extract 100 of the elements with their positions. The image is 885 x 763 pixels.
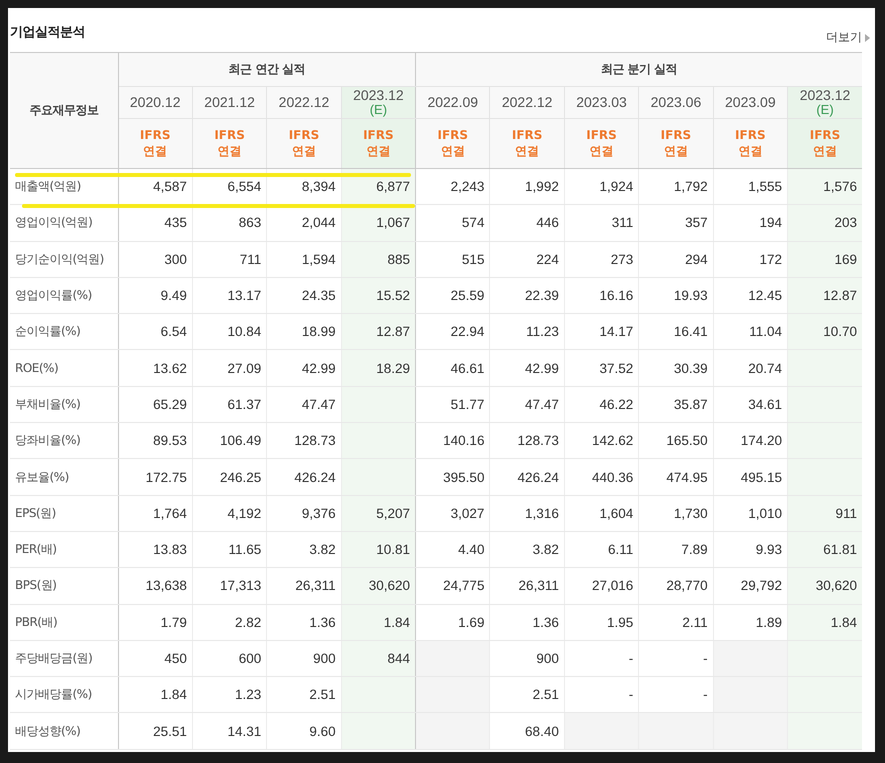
table-cell: 24,775: [416, 568, 490, 604]
table-cell: 6.11: [564, 531, 639, 568]
basis-label: 연결: [440, 144, 466, 160]
standard-label: IFRS: [734, 128, 767, 144]
table-cell: 1,604: [564, 495, 639, 532]
table-cell: 1.95: [564, 604, 639, 640]
table-cell: 172.75: [118, 458, 192, 496]
period-label: 2022.12: [278, 95, 330, 110]
table-cell: 1,992: [490, 168, 564, 205]
row-label: 순이익률(%): [10, 314, 118, 350]
more-link[interactable]: 더보기: [826, 29, 870, 46]
table-cell: 19.93: [638, 277, 714, 314]
table-cell: 22.39: [490, 277, 564, 314]
table-cell: 1.84: [788, 604, 862, 640]
table-cell: 30,620: [788, 568, 862, 604]
table-cell: 46.61: [416, 350, 490, 386]
table-cell: 474.95: [638, 458, 714, 496]
table-cell: 12.87: [341, 314, 416, 350]
table-cell: 440.36: [564, 458, 639, 496]
table-cell: 426.24: [490, 458, 564, 496]
table-cell: 224: [490, 241, 564, 278]
table-cell: 30.39: [638, 350, 714, 386]
table-cell: 14.31: [192, 712, 267, 750]
table-cell: 1.23: [192, 676, 267, 713]
table-cell: 25.59: [416, 277, 490, 314]
table-cell: 900: [490, 640, 564, 677]
estimate-note: (E): [368, 103, 388, 117]
caret-icon: [865, 34, 870, 42]
table-cell: 30,620: [341, 568, 416, 604]
table-cell: 61.37: [192, 386, 267, 423]
table-cell: 142.62: [564, 422, 639, 459]
row-label: 주당배당금(원): [10, 640, 118, 677]
period-label: 2022.12: [500, 95, 554, 110]
row-label: 시가배당률(%): [10, 676, 118, 713]
table-cell: 15.52: [341, 277, 416, 314]
basis-label: 연결: [290, 144, 317, 160]
period-label: 2023.12: [352, 88, 405, 104]
table-cell: 2.51: [490, 676, 564, 713]
header-cell: 주요재무정보: [10, 52, 118, 168]
table-cell: 18.29: [341, 350, 416, 386]
basis-label: 연결: [142, 144, 168, 160]
period-label: 2021.12: [203, 95, 256, 110]
table-cell: 515: [416, 241, 490, 278]
standard-label: IFRS: [510, 128, 544, 144]
estimate-note: (E): [815, 103, 835, 117]
table-cell: 46.22: [564, 386, 639, 423]
table-cell: 165.50: [638, 422, 714, 459]
table-cell: 14.17: [564, 314, 639, 350]
group-header: 최근 연간 실적: [118, 52, 416, 86]
table-cell: 1.36: [490, 604, 564, 640]
table-cell: 16.16: [564, 277, 639, 314]
period-label: 2023.12: [798, 88, 852, 104]
standard-label: IFRS: [436, 128, 470, 144]
basis-label: 연결: [365, 144, 392, 160]
standard-label: IFRS: [660, 128, 692, 144]
table-cell: 3.82: [490, 531, 564, 568]
table-cell: 1.69: [416, 604, 490, 640]
row-label: PER(배): [10, 531, 118, 568]
basis-label: 연결: [588, 144, 615, 160]
basis-label: 연결: [812, 144, 838, 160]
table-cell: 844: [341, 640, 416, 677]
table-cell: 26,311: [490, 568, 564, 604]
table-cell: 11.65: [192, 531, 267, 568]
table-cell: 12.87: [788, 277, 862, 314]
table-cell: 47.47: [490, 386, 564, 423]
table-cell: 300: [118, 241, 192, 278]
table-cell: 885: [341, 241, 416, 278]
table-cell: 42.99: [490, 350, 564, 386]
table-cell: 13.17: [192, 277, 267, 314]
standard-label: IFRS: [808, 128, 842, 144]
table-cell: 2,243: [416, 168, 490, 205]
table-cell: 1,576: [788, 168, 862, 205]
table-cell: 25.51: [118, 712, 192, 750]
table-cell: 13.62: [118, 350, 192, 386]
table-cell: 89.53: [118, 422, 192, 459]
period-label: 2023.06: [650, 95, 702, 110]
standard-label: IFRS: [585, 128, 618, 144]
table-cell: 1.79: [118, 604, 192, 640]
table-cell: 10.70: [788, 314, 862, 350]
standard-label: IFRS: [288, 128, 320, 144]
table-cell: 911: [788, 495, 862, 532]
period-label: 2020.12: [128, 95, 182, 110]
period-label: 2022.09: [426, 95, 480, 110]
basis-label: 연결: [737, 144, 764, 160]
table-cell: 357: [638, 204, 714, 242]
table-cell: 6.54: [118, 314, 192, 350]
table-cell: 4,192: [192, 495, 267, 532]
table-cell: 16.41: [638, 314, 714, 350]
basis-label: 연결: [662, 144, 689, 160]
basis-label: 연결: [514, 144, 540, 160]
table-cell: 574: [416, 204, 490, 242]
table-cell: 169: [788, 241, 862, 278]
table-cell: 11.23: [490, 314, 564, 350]
table-cell: 1.84: [341, 604, 416, 640]
row-label: 배당성향(%): [10, 712, 118, 750]
period-label: 2023.09: [724, 95, 777, 110]
table-cell: 311: [564, 204, 639, 242]
table-cell: 10.84: [192, 314, 267, 350]
row-label: EPS(원): [10, 495, 118, 532]
row-label: BPS(원): [10, 568, 118, 604]
